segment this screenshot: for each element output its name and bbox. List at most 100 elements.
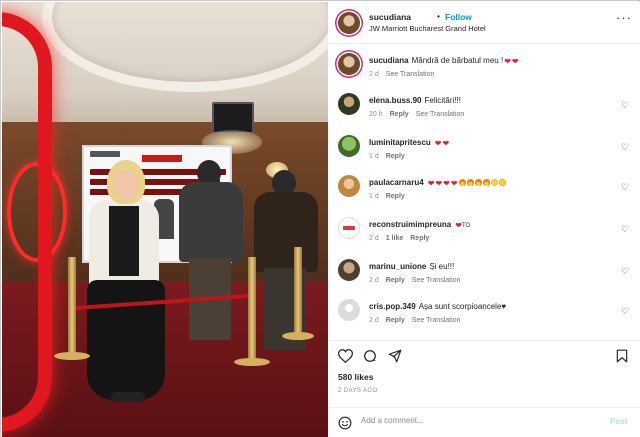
heart-emoji-icon: ❤: [435, 179, 443, 188]
reply-button[interactable]: Reply: [386, 277, 405, 284]
see-translation-button[interactable]: See Translation: [386, 71, 435, 78]
comment-like-heart-icon[interactable]: ♡: [621, 266, 629, 277]
see-translation-button[interactable]: See Translation: [416, 111, 465, 118]
comment-text-line: elena.buss.90 Felicitări!!!: [369, 96, 614, 105]
commenter-username[interactable]: reconstruimimpreuna: [369, 220, 451, 229]
photo-post: [294, 247, 302, 337]
reply-button[interactable]: Reply: [386, 153, 405, 160]
photo-post: [68, 257, 76, 357]
heart-emoji-icon: ❤: [434, 139, 442, 148]
post-comment-button[interactable]: Post: [610, 417, 627, 426]
comment-time: 2 d: [369, 277, 379, 284]
author-avatar[interactable]: [338, 12, 360, 34]
bookmark-icon[interactable]: [616, 349, 628, 363]
comment-meta: 2 d 1 like Reply: [369, 235, 436, 242]
reply-button[interactable]: Reply: [390, 111, 409, 118]
post-header: sucudiana • Follow JW Marriott Bucharest…: [328, 2, 640, 44]
comment-item: luminitapritescu ❤❤ 1 d Reply ♡: [328, 135, 640, 171]
photo-post-base: [282, 332, 314, 340]
heart-emoji-icon: ❤: [511, 57, 519, 66]
location-link[interactable]: JW Marriott Bucharest Grand Hotel: [369, 24, 486, 33]
comment-like-heart-icon[interactable]: ♡: [621, 142, 629, 153]
header-separator: •: [437, 11, 440, 21]
add-comment-bar: Post: [328, 407, 640, 437]
comment-text-line: marinu_unione Și eu!!!: [369, 262, 614, 271]
comment-item: paulacarnaru4 ❤❤❤❤ 1 d Reply ♡: [328, 175, 640, 211]
share-icon[interactable]: [388, 349, 402, 363]
photo-man-right: [250, 170, 318, 350]
commenter-username[interactable]: cris.pop.349: [369, 302, 416, 311]
comment-item: reconstruimimpreuna ❤TO 2 d 1 like Reply ♡: [328, 217, 640, 253]
comment-time: 2 d: [369, 71, 379, 78]
comment-text-line: cris.pop.349 Așa sunt scorpioancele♥: [369, 302, 614, 311]
comment-icon[interactable]: [363, 349, 377, 363]
heart-emoji-icon: ❤: [455, 221, 462, 230]
heart-emoji-icon: ❤: [504, 57, 511, 66]
heart-emoji-icon: ❤: [427, 179, 435, 188]
emoji-icon[interactable]: [338, 416, 352, 430]
comment-text-line: sucudiana Mândră de bărbatul meu !❤❤: [369, 56, 614, 66]
comment-item: elena.buss.90 Felicitări!!! 20 h Reply See T…: [328, 93, 640, 129]
commenter-avatar[interactable]: [338, 93, 360, 115]
instagram-post-window: sucudiana • Follow JW Marriott Bucharest…: [0, 0, 640, 437]
commenter-avatar[interactable]: [338, 299, 360, 321]
comment-text-line: paulacarnaru4 ❤❤❤❤: [369, 178, 614, 188]
comment-meta: 2 d See Translation: [369, 71, 441, 78]
comment-time: 2 d: [369, 317, 379, 324]
photo-red-arch: [2, 12, 52, 432]
follow-button[interactable]: Follow: [445, 12, 472, 22]
comment-item: cris.pop.349 Așa sunt scorpioancele♥ 2 d Re…: [328, 299, 640, 335]
comment-item: sucudiana Mândră de bărbatul meu !❤❤ 2 d Se…: [328, 53, 640, 89]
heart-emoji-icon: ❤: [450, 179, 458, 188]
fire-emoji-icon: [458, 179, 466, 186]
photo-woman: [87, 160, 167, 420]
face-emoji-icon: [490, 179, 498, 186]
comment-text: Așa sunt scorpioancele♥: [418, 302, 507, 311]
reply-button[interactable]: Reply: [410, 235, 429, 242]
comment-likes[interactable]: 1 like: [386, 235, 404, 242]
comment-time: 20 h: [369, 111, 383, 118]
commenter-avatar[interactable]: [338, 259, 360, 281]
see-translation-button[interactable]: See Translation: [412, 277, 461, 284]
heart-icon[interactable]: [338, 349, 353, 363]
comment-meta: 1 d Reply: [369, 193, 412, 200]
heart-emoji-icon: ❤: [442, 139, 450, 148]
commenter-avatar[interactable]: [338, 53, 360, 75]
loveface-emoji-icon: [498, 179, 506, 186]
commenter-avatar[interactable]: [338, 175, 360, 197]
commenter-username[interactable]: paulacarnaru4: [369, 178, 424, 187]
comment-like-heart-icon[interactable]: ♡: [621, 306, 629, 317]
more-icon[interactable]: ···: [616, 10, 632, 25]
author-username[interactable]: sucudiana: [369, 12, 411, 22]
fire-emoji-icon: [466, 179, 474, 186]
comment-input[interactable]: [361, 416, 601, 425]
reply-button[interactable]: Reply: [386, 317, 405, 324]
commenter-avatar[interactable]: [338, 135, 360, 157]
commenter-username[interactable]: elena.buss.90: [369, 96, 421, 105]
post-photo[interactable]: [2, 2, 328, 437]
comment-text: Felicitări!!!: [424, 96, 461, 105]
comment-item: marinu_unione Și eu!!! 2 d Reply See Transla…: [328, 259, 640, 295]
reply-button[interactable]: Reply: [386, 193, 405, 200]
comment-text-line: luminitapritescu ❤❤: [369, 138, 614, 148]
action-bar: [328, 340, 640, 370]
heart-emoji-icon: ❤: [443, 179, 450, 188]
comment-meta: 1 d Reply: [369, 153, 412, 160]
comment-time: 2 d: [369, 235, 379, 242]
comment-meta: 2 d Reply See Translation: [369, 317, 467, 324]
commenter-username[interactable]: marinu_unione: [369, 262, 426, 271]
comment-like-heart-icon[interactable]: ♡: [621, 100, 629, 111]
posted-time: 2 DAYS AGO: [338, 388, 378, 394]
see-translation-button[interactable]: See Translation: [412, 317, 461, 324]
comment-text-line: reconstruimimpreuna ❤TO: [369, 220, 614, 230]
commenter-avatar[interactable]: [338, 217, 360, 239]
photo-post: [248, 257, 256, 362]
comment-list: sucudiana Mândră de bărbatul meu !❤❤ 2 d Se…: [328, 45, 640, 335]
comment-meta: 20 h Reply See Translation: [369, 111, 471, 118]
commenter-username[interactable]: luminitapritescu: [369, 138, 431, 147]
likes-count[interactable]: 580 likes: [338, 372, 373, 382]
commenter-username[interactable]: sucudiana: [369, 56, 409, 65]
fire-emoji-icon: [482, 179, 490, 186]
comment-like-heart-icon[interactable]: ♡: [621, 182, 629, 193]
comment-like-heart-icon[interactable]: ♡: [621, 224, 629, 235]
